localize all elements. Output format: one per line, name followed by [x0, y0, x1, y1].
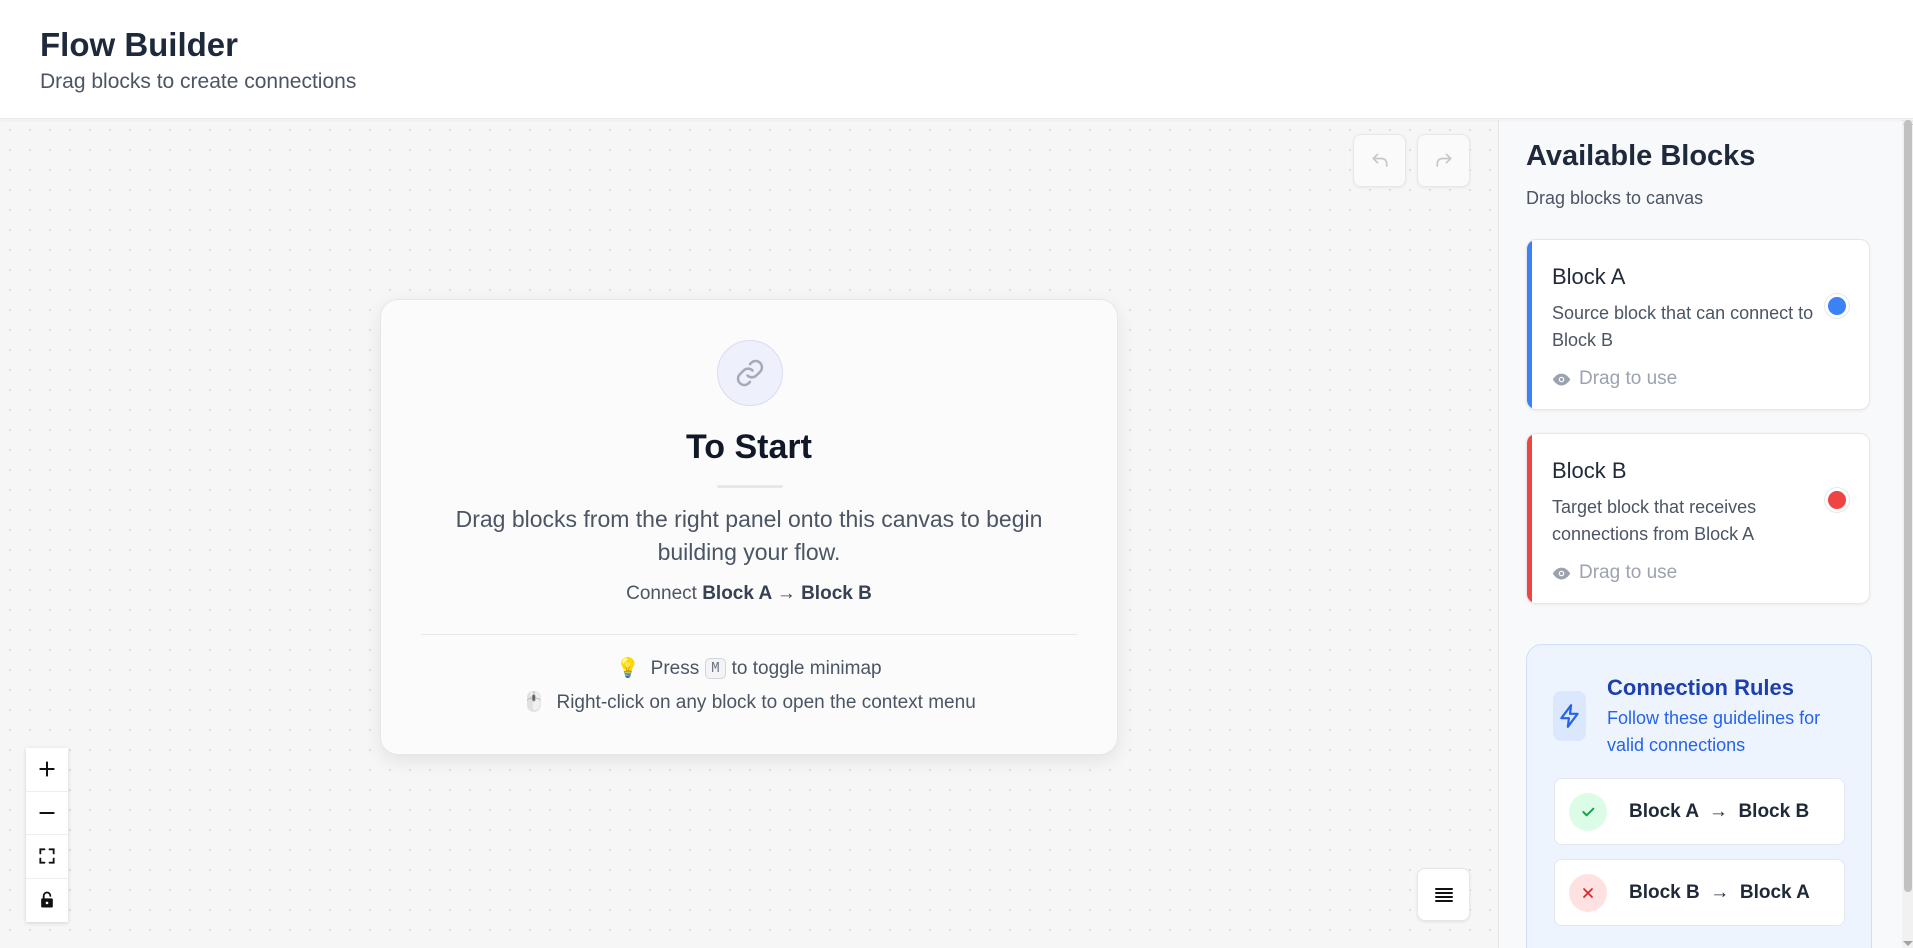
- block-accent-bar: [1527, 434, 1532, 603]
- rule-text: Block B → Block A: [1629, 881, 1810, 903]
- check-icon: [1582, 807, 1595, 816]
- rule-text: Block A → Block B: [1629, 800, 1810, 822]
- drag-hint: Drag to use: [1552, 368, 1677, 390]
- keyboard-key-m: M: [704, 658, 727, 679]
- block-description: Source block that can connect to Block B: [1552, 303, 1814, 350]
- rules-subtitle: Follow these guidelines for valid connec…: [1607, 708, 1821, 755]
- scrollbar-thumb[interactable]: [1904, 120, 1912, 892]
- blocks-sidebar: Available Blocks Drag blocks to canvas B…: [1498, 120, 1902, 948]
- heading-underline: [717, 485, 783, 488]
- zoom-in-button[interactable]: [26, 748, 68, 792]
- rules-title: Connection Rules: [1607, 675, 1795, 700]
- zoom-out-icon: [39, 811, 55, 814]
- rules-icon-badge: [1553, 691, 1586, 741]
- block-card-b[interactable]: Block B Target block that receives conne…: [1526, 433, 1870, 604]
- lightbulb-icon: 💡: [616, 658, 641, 679]
- connection-rules-panel: Connection Rules Follow these guidelines…: [1526, 644, 1872, 948]
- lightning-icon: [1559, 704, 1579, 728]
- page-title: Flow Builder: [40, 26, 238, 63]
- page-subtitle: Drag blocks to create connections: [40, 70, 357, 93]
- zoom-out-button[interactable]: [26, 792, 68, 835]
- flow-canvas[interactable]: To Start Drag blocks from the right pane…: [0, 120, 1498, 948]
- app-header: Flow Builder Drag blocks to create conne…: [0, 0, 1913, 119]
- fit-view-button[interactable]: [26, 835, 68, 879]
- block-name: Block B: [1552, 458, 1627, 483]
- list-icon: [1434, 887, 1453, 902]
- sidebar-title: Available Blocks: [1526, 140, 1756, 172]
- block-card-a[interactable]: Block A Source block that can connect to…: [1526, 239, 1870, 410]
- eye-icon: [1552, 567, 1571, 579]
- connect-hint: Connect Block A → Block B: [381, 583, 1117, 605]
- link-badge: [717, 340, 783, 406]
- drag-hint-label: Drag to use: [1579, 368, 1678, 389]
- tip2-text: Right-click on any block to open the con…: [556, 692, 976, 713]
- connect-rule: Block A → Block B: [702, 583, 872, 604]
- zoom-in-icon: [39, 761, 55, 777]
- undo-icon: [1372, 153, 1387, 167]
- rule-invalid: Block B → Block A: [1554, 859, 1845, 926]
- zoom-controls: [26, 748, 68, 922]
- redo-icon: [1436, 153, 1451, 167]
- drag-hint-label: Drag to use: [1579, 562, 1678, 583]
- tip1-suffix: to toggle minimap: [731, 658, 882, 679]
- rule-status-badge: [1569, 873, 1607, 912]
- close-icon: [1583, 887, 1593, 898]
- mouse-icon: 🖱️: [522, 692, 546, 713]
- undo-button[interactable]: [1353, 134, 1406, 187]
- scroll-down-arrow[interactable]: [1903, 941, 1913, 946]
- start-description: Drag blocks from the right panel onto th…: [455, 506, 1043, 565]
- minimap-toggle-button[interactable]: [1417, 868, 1470, 921]
- block-accent-bar: [1527, 240, 1532, 409]
- card-divider: [421, 634, 1077, 635]
- context-menu-tip: 🖱️ Right-click on any block to open the …: [381, 690, 1117, 714]
- sidebar-scrollbar[interactable]: [1902, 120, 1913, 948]
- block-color-dot: [1825, 488, 1849, 512]
- lock-button[interactable]: [26, 879, 68, 923]
- block-name: Block A: [1552, 264, 1626, 289]
- tip1-prefix: Press: [650, 658, 700, 679]
- start-card: To Start Drag blocks from the right pane…: [380, 299, 1118, 755]
- lock-icon: [41, 891, 53, 908]
- fit-view-icon: [39, 848, 55, 864]
- rule-valid: Block A → Block B: [1554, 778, 1845, 845]
- sidebar-subtitle: Drag blocks to canvas: [1526, 188, 1704, 208]
- minimap-tip: 💡 Press M to toggle minimap: [381, 656, 1117, 680]
- redo-button[interactable]: [1417, 134, 1470, 187]
- connect-prefix: Connect: [626, 583, 697, 604]
- start-heading: To Start: [686, 428, 812, 466]
- eye-icon: [1552, 373, 1571, 385]
- block-color-dot: [1825, 294, 1849, 318]
- link-icon: [736, 359, 764, 387]
- block-description: Target block that receives connections f…: [1552, 497, 1757, 544]
- rule-status-badge: [1569, 792, 1607, 831]
- drag-hint: Drag to use: [1552, 562, 1677, 584]
